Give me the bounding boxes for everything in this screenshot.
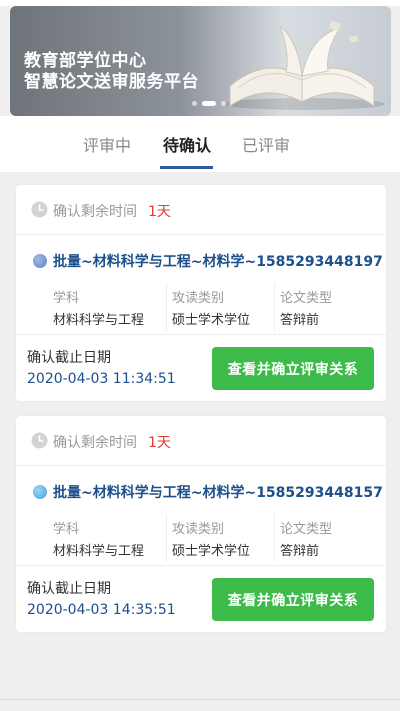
remaining-time-row: 确认剩余时间 1天 [16, 185, 386, 235]
degree-type-value: 硕士学术学位 [172, 313, 251, 328]
paper-type-column: 论文类型 答辩前 [274, 283, 374, 331]
open-book-icon [225, 20, 385, 110]
deadline-value: 2020-04-03 11:34:51 [27, 371, 176, 387]
remaining-time-value: 1天 [148, 204, 171, 220]
bottom-divider [0, 699, 400, 700]
banner-carousel[interactable]: 教育部学位中心 智慧论文送审服务平台 [10, 6, 391, 116]
carousel-dot[interactable] [192, 101, 197, 106]
subject-header: 学科 [53, 291, 80, 306]
deadline-value: 2020-04-03 14:35:51 [27, 602, 176, 618]
degree-type-header: 攻读类别 [172, 522, 225, 537]
paper-type-value: 答辩前 [280, 313, 320, 328]
review-card: 确认剩余时间 1天 批量~材料科学与工程~材料学~1585293448157 学… [16, 416, 386, 632]
paper-type-header: 论文类型 [280, 522, 333, 537]
banner-title-line2: 智慧论文送审服务平台 [24, 72, 199, 92]
subject-value: 材料科学与工程 [53, 544, 145, 559]
subject-column: 学科 材料科学与工程 [53, 514, 158, 562]
deadline-label: 确认截止日期 [27, 350, 111, 366]
tab-reviewed[interactable]: 已评审 [240, 132, 292, 172]
carousel-dot-active[interactable] [202, 101, 216, 106]
subject-column: 学科 材料科学与工程 [53, 283, 158, 331]
tab-reviewing[interactable]: 评审中 [81, 132, 133, 172]
paper-info-columns: 学科 材料科学与工程 攻读类别 硕士学术学位 论文类型 答辩前 [16, 514, 386, 566]
paper-status-dot [33, 254, 47, 268]
confirm-review-button[interactable]: 查看并确立评审关系 [212, 347, 374, 390]
paper-title[interactable]: 批量~材料科学与工程~材料学~1585293448197 [53, 251, 383, 271]
tab-bar: 评审中 待确认 已评审 [0, 116, 400, 172]
paper-type-value: 答辩前 [280, 544, 320, 559]
paper-title[interactable]: 批量~材料科学与工程~材料学~1585293448157 [53, 482, 383, 502]
remaining-time-value: 1天 [148, 435, 171, 451]
remaining-time-label: 确认剩余时间 [53, 435, 137, 451]
remaining-time-label: 确认剩余时间 [53, 204, 137, 220]
remaining-time-row: 确认剩余时间 1天 [16, 416, 386, 466]
degree-type-column: 攻读类别 硕士学术学位 [166, 283, 276, 331]
deadline-label: 确认截止日期 [27, 581, 111, 597]
review-card: 确认剩余时间 1天 批量~材料科学与工程~材料学~1585293448197 学… [16, 185, 386, 401]
paper-info-columns: 学科 材料科学与工程 攻读类别 硕士学术学位 论文类型 答辩前 [16, 283, 386, 335]
degree-type-column: 攻读类别 硕士学术学位 [166, 514, 276, 562]
carousel-dot[interactable] [221, 101, 226, 106]
paper-title-row[interactable]: 批量~材料科学与工程~材料学~1585293448197 [16, 235, 386, 279]
paper-title-row[interactable]: 批量~材料科学与工程~材料学~1585293448157 [16, 466, 386, 510]
clock-icon [31, 432, 48, 449]
paper-status-dot [33, 485, 47, 499]
subject-value: 材料科学与工程 [53, 313, 145, 328]
clock-icon [31, 201, 48, 218]
carousel-indicators [192, 101, 226, 106]
degree-type-value: 硕士学术学位 [172, 544, 251, 559]
degree-type-header: 攻读类别 [172, 291, 225, 306]
paper-type-column: 论文类型 答辩前 [274, 514, 374, 562]
confirm-review-button[interactable]: 查看并确立评审关系 [212, 578, 374, 621]
active-tab-indicator [160, 166, 213, 169]
subject-header: 学科 [53, 522, 80, 537]
paper-type-header: 论文类型 [280, 291, 333, 306]
